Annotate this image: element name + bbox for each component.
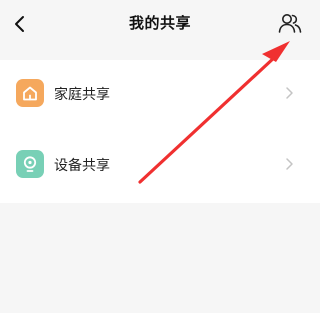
- device-icon: [16, 150, 44, 178]
- nav-bar: 我的共享: [0, 0, 320, 50]
- chevron-right-icon: [286, 87, 293, 99]
- list-item-label: 设备共享: [54, 158, 110, 174]
- screen: 我的共享 家庭共享 设备共享: [0, 0, 320, 313]
- list-item-family-share[interactable]: 家庭共享: [0, 60, 320, 128]
- members-button[interactable]: [277, 11, 303, 37]
- two-people-icon: [278, 14, 302, 33]
- page-title: 我的共享: [128, 14, 191, 32]
- share-list: 家庭共享 设备共享: [0, 60, 320, 203]
- list-item-device-share[interactable]: 设备共享: [0, 131, 320, 199]
- list-item-label: 家庭共享: [54, 87, 110, 103]
- chevron-right-icon: [286, 158, 293, 170]
- home-icon: [16, 79, 44, 107]
